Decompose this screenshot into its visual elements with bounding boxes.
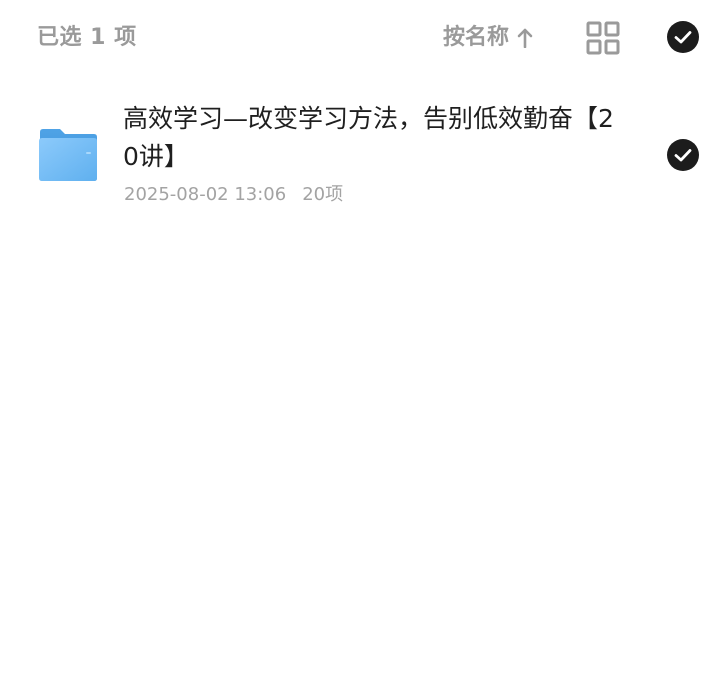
selected-count-label: 已选 1 项 bbox=[37, 25, 137, 50]
sort-by-name-button[interactable]: 按名称 bbox=[443, 22, 533, 54]
file-modified-date: 2025-08-02 13:06 bbox=[124, 184, 287, 205]
arrow-up-icon bbox=[517, 28, 533, 49]
file-name: 高效学习—改变学习方法，告别低效勤奋【20讲】 bbox=[123, 104, 614, 171]
sort-label: 按名称 bbox=[443, 25, 510, 50]
file-meta: 2025-08-02 13:06 20项 bbox=[124, 182, 343, 208]
grid-view-icon bbox=[586, 21, 620, 59]
grid-view-toggle-button[interactable] bbox=[586, 21, 620, 55]
file-select-checkbox[interactable] bbox=[667, 139, 699, 171]
file-list-item[interactable]: 高效学习—改变学习方法，告别低效勤奋【20讲】 2025-08-02 13:06… bbox=[0, 95, 714, 220]
check-circle-icon bbox=[667, 21, 699, 53]
check-circle-icon bbox=[667, 139, 699, 171]
file-item-count: 20项 bbox=[302, 184, 344, 205]
folder-icon bbox=[38, 128, 98, 182]
select-all-checkbox[interactable] bbox=[667, 21, 699, 53]
selection-toolbar: 已选 1 项 按名称 bbox=[0, 0, 714, 76]
